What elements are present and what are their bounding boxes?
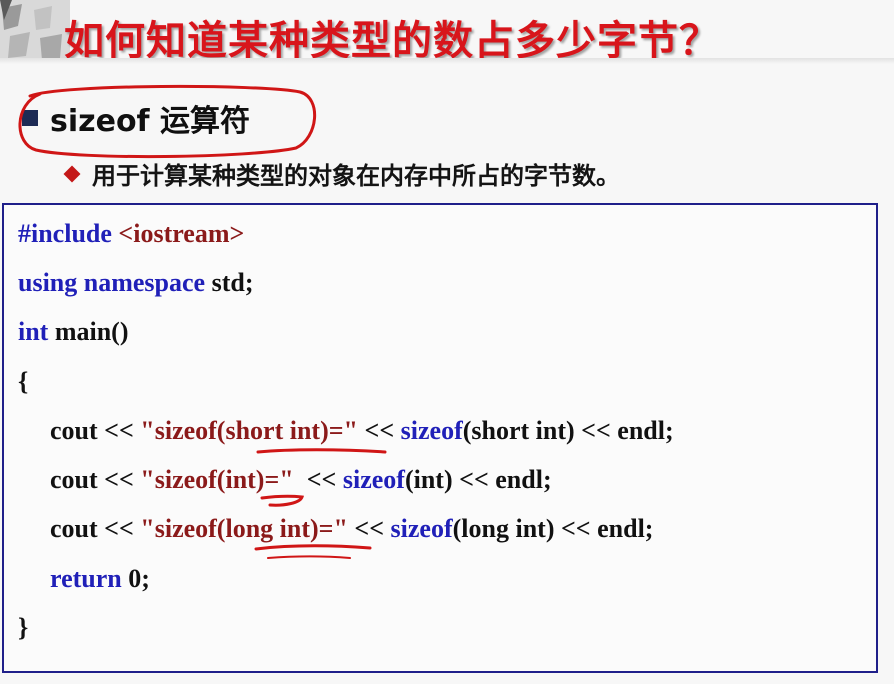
code-text: main() — [54, 317, 129, 346]
corner-decoration — [0, 0, 70, 62]
code-text: } — [18, 613, 29, 642]
square-bullet-icon — [22, 110, 38, 126]
code-text: { — [18, 367, 29, 396]
bullet-description: 用于计算某种类型的对象在内存中所占的字节数。 — [63, 156, 620, 191]
string-literal: "sizeof(long int)=" — [140, 514, 348, 543]
code-line-5: cout << "sizeof(short int)=" << sizeof(s… — [50, 416, 674, 446]
decorative-pattern-icon — [0, 0, 70, 62]
bullet-sizeof-operator: sizeof 运算符 — [22, 96, 250, 140]
code-text: std; — [211, 268, 254, 297]
keyword: int — [18, 317, 49, 346]
include-header: <iostream> — [118, 219, 245, 248]
bullet-heading: sizeof 运算符 — [50, 104, 251, 139]
code-text: << — [364, 416, 395, 445]
code-text: (long int) << endl; — [452, 514, 654, 543]
diamond-bullet-icon — [63, 165, 81, 182]
preprocessor-directive: #include — [18, 219, 112, 248]
code-text: cout << — [50, 514, 134, 543]
code-line-8: return 0; — [50, 564, 150, 594]
code-line-6: cout << "sizeof(int)=" << sizeof(int) <<… — [50, 465, 552, 495]
code-line-2: using namespace std; — [18, 268, 253, 298]
keyword: return — [50, 564, 122, 593]
code-text: << — [306, 465, 337, 494]
code-text: << — [354, 514, 385, 543]
keyword: using namespace — [18, 268, 206, 297]
code-line-7: cout << "sizeof(long int)=" << sizeof(lo… — [50, 514, 653, 544]
code-line-4: { — [18, 367, 28, 397]
code-text: (int) << endl; — [404, 465, 552, 494]
code-line-3: int main() — [18, 317, 129, 347]
keyword: sizeof — [342, 465, 405, 494]
title-divider — [0, 58, 894, 64]
string-literal: "sizeof(int)=" — [140, 465, 294, 494]
keyword: sizeof — [390, 514, 453, 543]
keyword: sizeof — [400, 416, 463, 445]
code-text: 0; — [128, 564, 150, 593]
code-line-9: } — [18, 613, 28, 643]
string-literal: "sizeof(short int)=" — [140, 416, 358, 445]
code-text: (short int) << endl; — [462, 416, 674, 445]
code-line-1: #include <iostream> — [18, 219, 244, 249]
description-text: 用于计算某种类型的对象在内存中所占的字节数。 — [92, 162, 620, 190]
code-block: #include <iostream> using namespace std;… — [2, 203, 878, 673]
code-text: cout << — [50, 416, 134, 445]
code-text: cout << — [50, 465, 134, 494]
